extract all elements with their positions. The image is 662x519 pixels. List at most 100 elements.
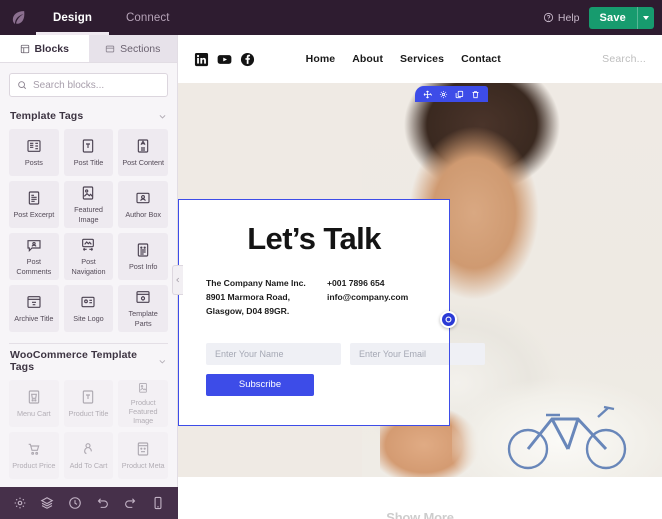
posts-icon <box>27 140 41 152</box>
address-line-3: Glasgow, D04 89GR. <box>206 306 290 317</box>
sidebar-tab-sections[interactable]: Sections <box>88 35 177 62</box>
nav-link-services[interactable]: Services <box>400 53 444 65</box>
responsive-mode-icon[interactable] <box>151 496 165 510</box>
block-grid-template-tags: Posts Post Title Post Content Post Excer… <box>0 129 177 332</box>
save-button[interactable]: Save <box>588 6 637 29</box>
block-label: Product Title <box>68 408 109 418</box>
block-tile-post-navigation[interactable]: Post Navigation <box>63 233 114 280</box>
help-button[interactable]: Help <box>543 12 580 24</box>
help-label: Help <box>557 11 580 24</box>
block-tile-post-excerpt[interactable]: Post Excerpt <box>9 181 59 228</box>
author-box-icon <box>136 192 150 204</box>
address-block: The Company Name Inc. 8901 Marmora Road,… <box>206 276 311 319</box>
block-edit-toolbar <box>415 86 488 102</box>
archive-title-icon <box>27 296 41 308</box>
nav-link-contact[interactable]: Contact <box>461 53 501 65</box>
next-section-partial-text: Show More <box>386 510 454 519</box>
block-tile-add-to-cart: Add To Cart <box>63 432 114 479</box>
block-label: Product Featured Image <box>128 397 158 425</box>
block-tile-archive-title[interactable]: Archive Title <box>9 285 59 332</box>
bottom-toolbar <box>0 487 178 519</box>
delete-icon[interactable] <box>471 90 480 99</box>
menu-cart-icon <box>28 390 40 404</box>
undo-icon[interactable] <box>96 496 110 510</box>
site-nav-links: Home About Services Contact <box>306 53 501 65</box>
address-line-2: 8901 Marmora Road, <box>206 292 291 303</box>
linkedin-icon[interactable] <box>194 52 209 67</box>
subscribe-button[interactable]: Subscribe <box>206 373 314 396</box>
post-title-icon <box>83 139 94 153</box>
history-icon[interactable] <box>68 496 82 510</box>
preview-canvas: Home About Services Contact Search... Le… <box>178 35 662 519</box>
move-handle-icon[interactable] <box>423 90 432 99</box>
tab-connect[interactable]: Connect <box>109 0 187 35</box>
search-input[interactable] <box>33 79 160 91</box>
sidebar-tab-blocks[interactable]: Blocks <box>0 35 89 62</box>
block-tile-post-comments[interactable]: Post Comments <box>9 233 59 280</box>
post-excerpt-icon <box>28 191 40 205</box>
duplicate-icon[interactable] <box>455 90 464 99</box>
chevron-down-icon <box>159 114 166 119</box>
hero-section: Let’s Talk The Company Name Inc. 8901 Ma… <box>178 83 662 477</box>
app-logo[interactable] <box>0 0 36 35</box>
block-tile-product-featured-image: Product Featured Image <box>118 380 168 427</box>
sidebar-tab-sections-label: Sections <box>120 42 161 55</box>
contact-card-heading: Let’s Talk <box>247 221 381 256</box>
sidebar-collapse-button[interactable] <box>172 265 183 295</box>
group-title-template-tags: Template Tags <box>10 110 84 122</box>
sidebar-tabs: Blocks Sections <box>0 35 177 63</box>
youtube-icon[interactable] <box>217 52 232 67</box>
contact-card[interactable]: Let’s Talk The Company Name Inc. 8901 Ma… <box>178 199 485 426</box>
tab-design[interactable]: Design <box>36 0 109 35</box>
group-header-woocommerce-template-tags[interactable]: WooCommerce Template Tags <box>0 344 177 380</box>
sections-icon <box>105 45 115 52</box>
contact-details: The Company Name Inc. 8901 Marmora Road,… <box>206 276 422 319</box>
nav-link-home[interactable]: Home <box>306 53 336 65</box>
top-bar-actions: Help Save <box>543 6 662 29</box>
add-to-cart-icon <box>84 443 93 455</box>
save-dropdown-button[interactable] <box>637 6 654 29</box>
name-input[interactable] <box>206 342 341 365</box>
block-tile-featured-image[interactable]: Featured Image <box>63 181 114 228</box>
block-tile-post-content[interactable]: Post Content <box>118 129 168 176</box>
block-label: Post Content <box>122 157 164 167</box>
search-blocks-box[interactable] <box>9 73 168 97</box>
site-search-field[interactable]: Search... <box>602 53 646 65</box>
site-logo-icon <box>81 296 96 308</box>
tab-connect-label: Connect <box>125 11 170 24</box>
product-featured-image-icon <box>139 383 147 393</box>
product-price-icon <box>28 443 40 455</box>
block-tile-post-title[interactable]: Post Title <box>63 129 114 176</box>
blocks-icon <box>20 44 29 53</box>
add-section-icon <box>445 316 452 323</box>
add-section-button[interactable] <box>440 311 457 328</box>
post-content-icon <box>137 139 149 153</box>
top-bar: Design Connect Help Save <box>0 0 662 35</box>
block-label: Post Title <box>73 157 104 167</box>
group-header-template-tags[interactable]: Template Tags <box>0 105 177 129</box>
address-line-1: The Company Name Inc. <box>206 278 306 288</box>
chevron-down-icon <box>159 359 166 364</box>
block-tile-product-price: Product Price <box>9 432 59 479</box>
sidebar-panel: Blocks Sections Template Tags <box>0 35 178 487</box>
block-tile-site-logo[interactable]: Site Logo <box>63 285 114 332</box>
redo-icon[interactable] <box>123 496 137 510</box>
block-label: Template Parts <box>128 309 158 328</box>
block-tile-author-box[interactable]: Author Box <box>118 181 168 228</box>
post-info-icon <box>137 243 149 257</box>
block-label: Menu Cart <box>17 408 51 418</box>
nav-link-about[interactable]: About <box>352 53 383 65</box>
save-control: Save <box>588 6 654 29</box>
facebook-icon[interactable] <box>240 52 255 67</box>
featured-image-icon <box>83 186 94 200</box>
settings-icon[interactable] <box>13 496 27 510</box>
phone-number: +001 7896 654 <box>327 278 385 288</box>
settings-gear-icon[interactable] <box>439 90 448 99</box>
email-input[interactable] <box>350 342 485 365</box>
block-label: Post Comments <box>16 257 52 276</box>
block-tile-template-parts[interactable]: Template Parts <box>118 285 168 332</box>
block-tile-posts[interactable]: Posts <box>9 129 59 176</box>
product-title-icon <box>83 390 94 404</box>
block-tile-post-info[interactable]: Post Info <box>118 233 168 280</box>
layers-icon[interactable] <box>40 496 54 510</box>
